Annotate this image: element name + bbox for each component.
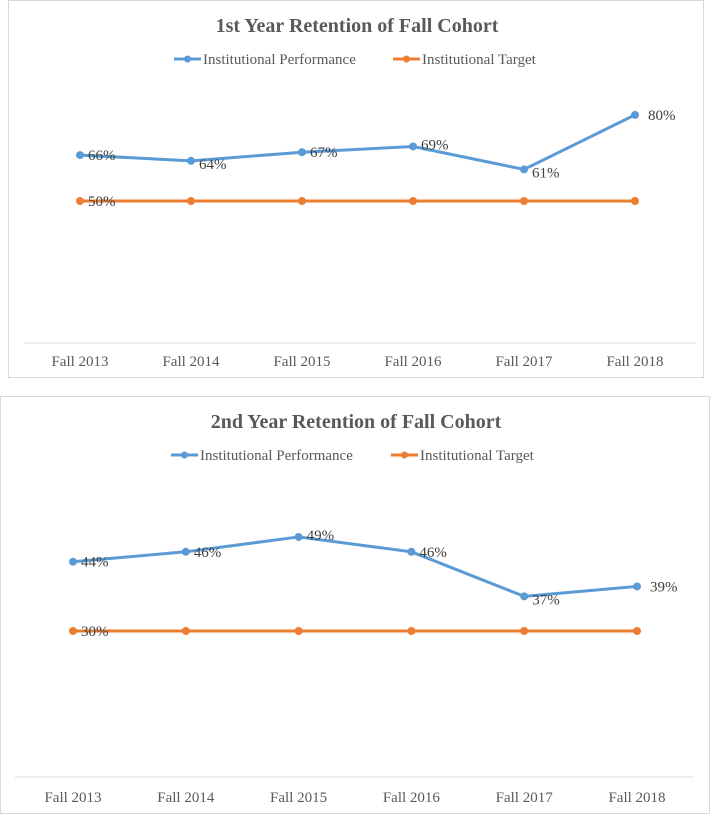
data-label: 67% xyxy=(310,145,338,161)
legend-item-performance[interactable]: Institutional Performance xyxy=(171,448,353,464)
legend-swatch-marker xyxy=(401,451,408,459)
data-label: 46% xyxy=(194,545,222,561)
legend-swatch-marker xyxy=(184,55,191,63)
data-point[interactable] xyxy=(407,627,416,635)
data-label: 37% xyxy=(532,592,560,608)
x-tick-label: Fall 2018 xyxy=(606,354,663,370)
data-point[interactable] xyxy=(409,197,417,205)
legend-label: Institutional Performance xyxy=(203,52,356,68)
data-point[interactable] xyxy=(69,627,77,635)
chart-1-canvas: 1st Year Retention of Fall Cohort Instit… xyxy=(24,15,696,370)
data-point[interactable] xyxy=(69,557,77,566)
data-point[interactable] xyxy=(181,627,190,635)
data-point[interactable] xyxy=(520,627,529,635)
legend-label: Institutional Performance xyxy=(200,448,353,464)
x-axis-ticks: Fall 2013 Fall 2014 Fall 2015 Fall 2016 … xyxy=(51,354,663,370)
legend-label: Institutional Target xyxy=(422,52,537,68)
data-point[interactable] xyxy=(187,197,195,205)
series-institutional-target: 30% xyxy=(69,624,641,640)
chart-2-canvas: 2nd Year Retention of Fall Cohort Instit… xyxy=(15,411,693,806)
data-point[interactable] xyxy=(76,197,84,205)
plot-area: 50% 66% 64% 67% 69% 61% 80% xyxy=(76,108,676,210)
x-tick-label: Fall 2017 xyxy=(495,354,553,370)
chart-title: 1st Year Retention of Fall Cohort xyxy=(216,15,499,37)
legend: Institutional Performance Institutional … xyxy=(174,52,537,68)
x-tick-label: Fall 2018 xyxy=(608,790,665,806)
series-line xyxy=(79,113,636,171)
x-tick-label: Fall 2015 xyxy=(273,354,330,370)
data-point[interactable] xyxy=(520,592,529,601)
data-point[interactable] xyxy=(633,627,641,635)
data-label: 39% xyxy=(650,579,678,595)
series-institutional-performance: 44% 46% 49% 46% 37% 39% xyxy=(69,528,678,608)
chart-1st-year-retention: 1st Year Retention of Fall Cohort Instit… xyxy=(8,0,704,378)
data-label: 80% xyxy=(648,108,676,124)
data-point[interactable] xyxy=(187,156,195,165)
legend-swatch-marker xyxy=(181,451,188,459)
data-point[interactable] xyxy=(631,197,639,205)
data-label: 69% xyxy=(421,137,449,153)
data-label: 50% xyxy=(88,194,116,210)
data-point[interactable] xyxy=(298,148,306,157)
data-point[interactable] xyxy=(294,627,303,635)
plot-area: 30% 44% 46% 49% 46% 37% 39% xyxy=(69,528,678,640)
data-point[interactable] xyxy=(520,165,528,174)
data-label: 64% xyxy=(199,157,227,173)
series-institutional-performance: 66% 64% 67% 69% 61% 80% xyxy=(76,108,676,181)
legend-item-target[interactable]: Institutional Target xyxy=(393,52,537,68)
data-label: 44% xyxy=(81,555,109,571)
legend-swatch-marker xyxy=(403,55,410,63)
x-axis-ticks: Fall 2013 Fall 2014 Fall 2015 Fall 2016 … xyxy=(44,790,665,806)
x-tick-label: Fall 2013 xyxy=(44,790,101,806)
data-point[interactable] xyxy=(181,547,190,556)
legend-item-performance[interactable]: Institutional Performance xyxy=(174,52,356,68)
series-line xyxy=(72,535,638,598)
legend-item-target[interactable]: Institutional Target xyxy=(391,448,535,464)
x-tick-label: Fall 2015 xyxy=(270,790,327,806)
data-point[interactable] xyxy=(298,197,306,205)
data-label: 30% xyxy=(81,624,109,640)
chart-2nd-year-retention: 2nd Year Retention of Fall Cohort Instit… xyxy=(0,396,710,814)
data-point[interactable] xyxy=(407,547,416,556)
chart-title: 2nd Year Retention of Fall Cohort xyxy=(211,411,502,433)
data-point[interactable] xyxy=(633,582,641,591)
data-point[interactable] xyxy=(409,142,417,151)
x-tick-label: Fall 2014 xyxy=(162,354,220,370)
data-label: 49% xyxy=(307,528,335,544)
data-point[interactable] xyxy=(76,151,84,160)
series-institutional-target: 50% xyxy=(76,194,639,210)
data-label: 46% xyxy=(419,545,447,561)
x-tick-label: Fall 2016 xyxy=(384,354,442,370)
data-label: 61% xyxy=(532,165,560,181)
x-tick-label: Fall 2013 xyxy=(51,354,108,370)
legend-label: Institutional Target xyxy=(420,448,535,464)
x-tick-label: Fall 2017 xyxy=(496,790,554,806)
x-tick-label: Fall 2014 xyxy=(157,790,215,806)
legend: Institutional Performance Institutional … xyxy=(171,448,535,464)
data-point[interactable] xyxy=(631,110,639,119)
x-tick-label: Fall 2016 xyxy=(383,790,441,806)
data-label: 66% xyxy=(88,148,116,164)
data-point[interactable] xyxy=(520,197,528,205)
data-point[interactable] xyxy=(294,532,303,541)
